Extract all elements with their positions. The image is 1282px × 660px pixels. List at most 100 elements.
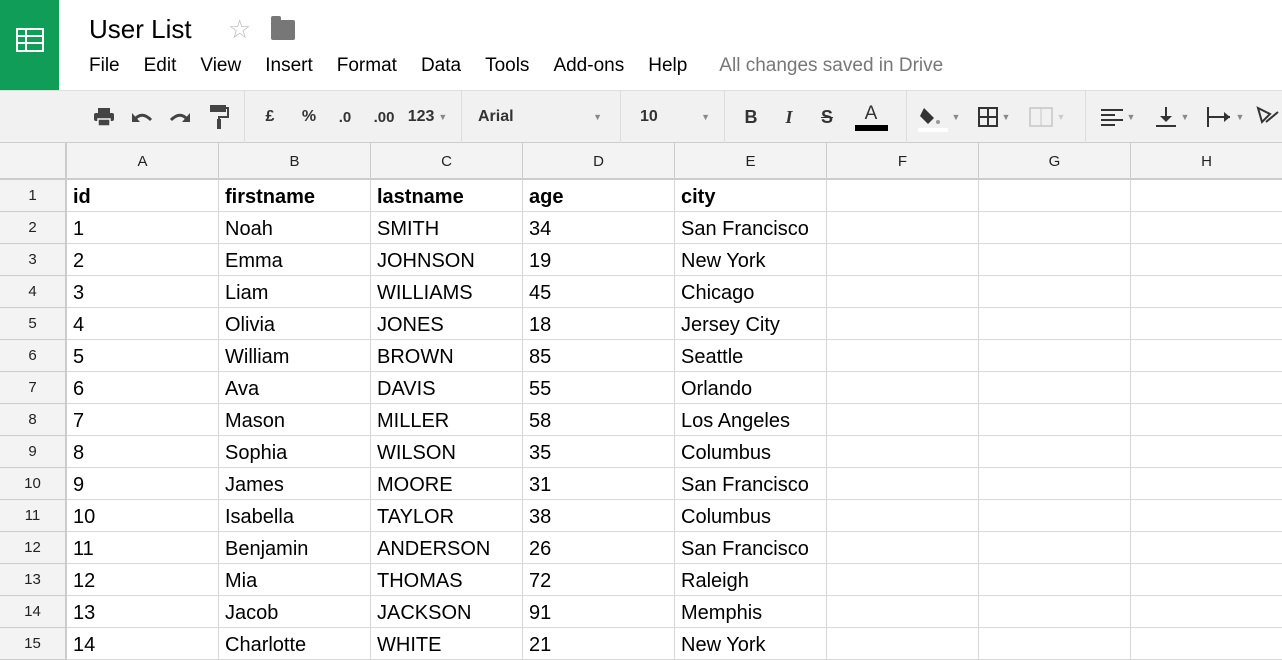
cell-h2[interactable] bbox=[1131, 212, 1282, 244]
cell-e12[interactable]: San Francisco bbox=[675, 532, 827, 564]
cell-a5[interactable]: 4 bbox=[67, 308, 219, 340]
cell-h11[interactable] bbox=[1131, 500, 1282, 532]
cell-a12[interactable]: 11 bbox=[67, 532, 219, 564]
text-color-button[interactable]: A bbox=[846, 91, 896, 143]
cell-b4[interactable]: Liam bbox=[219, 276, 371, 308]
column-header-b[interactable]: B bbox=[219, 143, 371, 180]
cell-a2[interactable]: 1 bbox=[67, 212, 219, 244]
fill-color-icon[interactable]: ▼ bbox=[914, 91, 964, 143]
cell-g4[interactable] bbox=[979, 276, 1131, 308]
cell-c15[interactable]: WHITE bbox=[371, 628, 523, 660]
star-icon[interactable]: ☆ bbox=[228, 14, 251, 45]
menu-help[interactable]: Help bbox=[648, 55, 687, 77]
menu-file[interactable]: File bbox=[89, 55, 120, 77]
cell-h15[interactable] bbox=[1131, 628, 1282, 660]
cell-f5[interactable] bbox=[827, 308, 979, 340]
cell-c4[interactable]: WILLIAMS bbox=[371, 276, 523, 308]
cell-f8[interactable] bbox=[827, 404, 979, 436]
cell-e15[interactable]: New York bbox=[675, 628, 827, 660]
cell-e2[interactable]: San Francisco bbox=[675, 212, 827, 244]
menu-view[interactable]: View bbox=[200, 55, 241, 77]
row-header[interactable]: 15 bbox=[0, 628, 67, 660]
merge-cells-icon[interactable]: ▼ bbox=[1022, 91, 1072, 143]
cell-e7[interactable]: Orlando bbox=[675, 372, 827, 404]
cell-d1[interactable]: age bbox=[523, 180, 675, 212]
cell-a3[interactable]: 2 bbox=[67, 244, 219, 276]
cell-g10[interactable] bbox=[979, 468, 1131, 500]
cell-a1[interactable]: id bbox=[67, 180, 219, 212]
borders-icon[interactable]: ▼ bbox=[972, 91, 1016, 143]
cell-g8[interactable] bbox=[979, 404, 1131, 436]
cell-b6[interactable]: William bbox=[219, 340, 371, 372]
cell-a4[interactable]: 3 bbox=[67, 276, 219, 308]
cell-a13[interactable]: 12 bbox=[67, 564, 219, 596]
cell-c9[interactable]: WILSON bbox=[371, 436, 523, 468]
cell-f3[interactable] bbox=[827, 244, 979, 276]
row-header[interactable]: 1 bbox=[0, 180, 67, 212]
cell-d15[interactable]: 21 bbox=[523, 628, 675, 660]
cell-b5[interactable]: Olivia bbox=[219, 308, 371, 340]
cell-a7[interactable]: 6 bbox=[67, 372, 219, 404]
cell-g2[interactable] bbox=[979, 212, 1131, 244]
cell-f13[interactable] bbox=[827, 564, 979, 596]
cell-b8[interactable]: Mason bbox=[219, 404, 371, 436]
cell-c8[interactable]: MILLER bbox=[371, 404, 523, 436]
cell-e11[interactable]: Columbus bbox=[675, 500, 827, 532]
font-size-dropdown[interactable]: 10 ▼ bbox=[632, 91, 718, 143]
cell-h5[interactable] bbox=[1131, 308, 1282, 340]
undo-icon[interactable] bbox=[128, 91, 156, 143]
cell-d10[interactable]: 31 bbox=[523, 468, 675, 500]
cell-g6[interactable] bbox=[979, 340, 1131, 372]
cell-f4[interactable] bbox=[827, 276, 979, 308]
paint-format-icon[interactable] bbox=[206, 91, 232, 143]
cell-d9[interactable]: 35 bbox=[523, 436, 675, 468]
italic-button[interactable]: I bbox=[776, 91, 802, 143]
row-header[interactable]: 12 bbox=[0, 532, 67, 564]
cell-h7[interactable] bbox=[1131, 372, 1282, 404]
cell-c11[interactable]: TAYLOR bbox=[371, 500, 523, 532]
menu-tools[interactable]: Tools bbox=[485, 55, 529, 77]
cell-d7[interactable]: 55 bbox=[523, 372, 675, 404]
cell-c10[interactable]: MOORE bbox=[371, 468, 523, 500]
cell-g3[interactable] bbox=[979, 244, 1131, 276]
cell-a10[interactable]: 9 bbox=[67, 468, 219, 500]
cell-b10[interactable]: James bbox=[219, 468, 371, 500]
cell-g9[interactable] bbox=[979, 436, 1131, 468]
cell-d5[interactable]: 18 bbox=[523, 308, 675, 340]
cell-f1[interactable] bbox=[827, 180, 979, 212]
cell-f7[interactable] bbox=[827, 372, 979, 404]
cell-h4[interactable] bbox=[1131, 276, 1282, 308]
cell-h6[interactable] bbox=[1131, 340, 1282, 372]
percent-button[interactable]: % bbox=[296, 91, 322, 143]
cell-d4[interactable]: 45 bbox=[523, 276, 675, 308]
text-rotation-icon[interactable] bbox=[1254, 91, 1282, 143]
row-header[interactable]: 3 bbox=[0, 244, 67, 276]
cell-a8[interactable]: 7 bbox=[67, 404, 219, 436]
row-header[interactable]: 2 bbox=[0, 212, 67, 244]
cell-e10[interactable]: San Francisco bbox=[675, 468, 827, 500]
row-header[interactable]: 14 bbox=[0, 596, 67, 628]
redo-icon[interactable] bbox=[166, 91, 194, 143]
vertical-align-icon[interactable]: ▼ bbox=[1148, 91, 1196, 143]
column-header-e[interactable]: E bbox=[675, 143, 827, 180]
sheets-logo[interactable] bbox=[0, 0, 59, 90]
horizontal-align-icon[interactable]: ▼ bbox=[1094, 91, 1142, 143]
cell-d13[interactable]: 72 bbox=[523, 564, 675, 596]
cell-e5[interactable]: Jersey City bbox=[675, 308, 827, 340]
menu-edit[interactable]: Edit bbox=[144, 55, 177, 77]
cell-e1[interactable]: city bbox=[675, 180, 827, 212]
cell-b12[interactable]: Benjamin bbox=[219, 532, 371, 564]
cell-h14[interactable] bbox=[1131, 596, 1282, 628]
number-format-dropdown[interactable]: 123 ▼ bbox=[405, 91, 450, 143]
document-title[interactable]: User List bbox=[89, 14, 192, 45]
select-all-corner[interactable] bbox=[0, 143, 67, 180]
cell-f9[interactable] bbox=[827, 436, 979, 468]
cell-c3[interactable]: JOHNSON bbox=[371, 244, 523, 276]
cell-d11[interactable]: 38 bbox=[523, 500, 675, 532]
cell-e13[interactable]: Raleigh bbox=[675, 564, 827, 596]
menu-addons[interactable]: Add-ons bbox=[553, 55, 624, 77]
row-header[interactable]: 4 bbox=[0, 276, 67, 308]
cell-h12[interactable] bbox=[1131, 532, 1282, 564]
column-header-g[interactable]: G bbox=[979, 143, 1131, 180]
cell-f15[interactable] bbox=[827, 628, 979, 660]
